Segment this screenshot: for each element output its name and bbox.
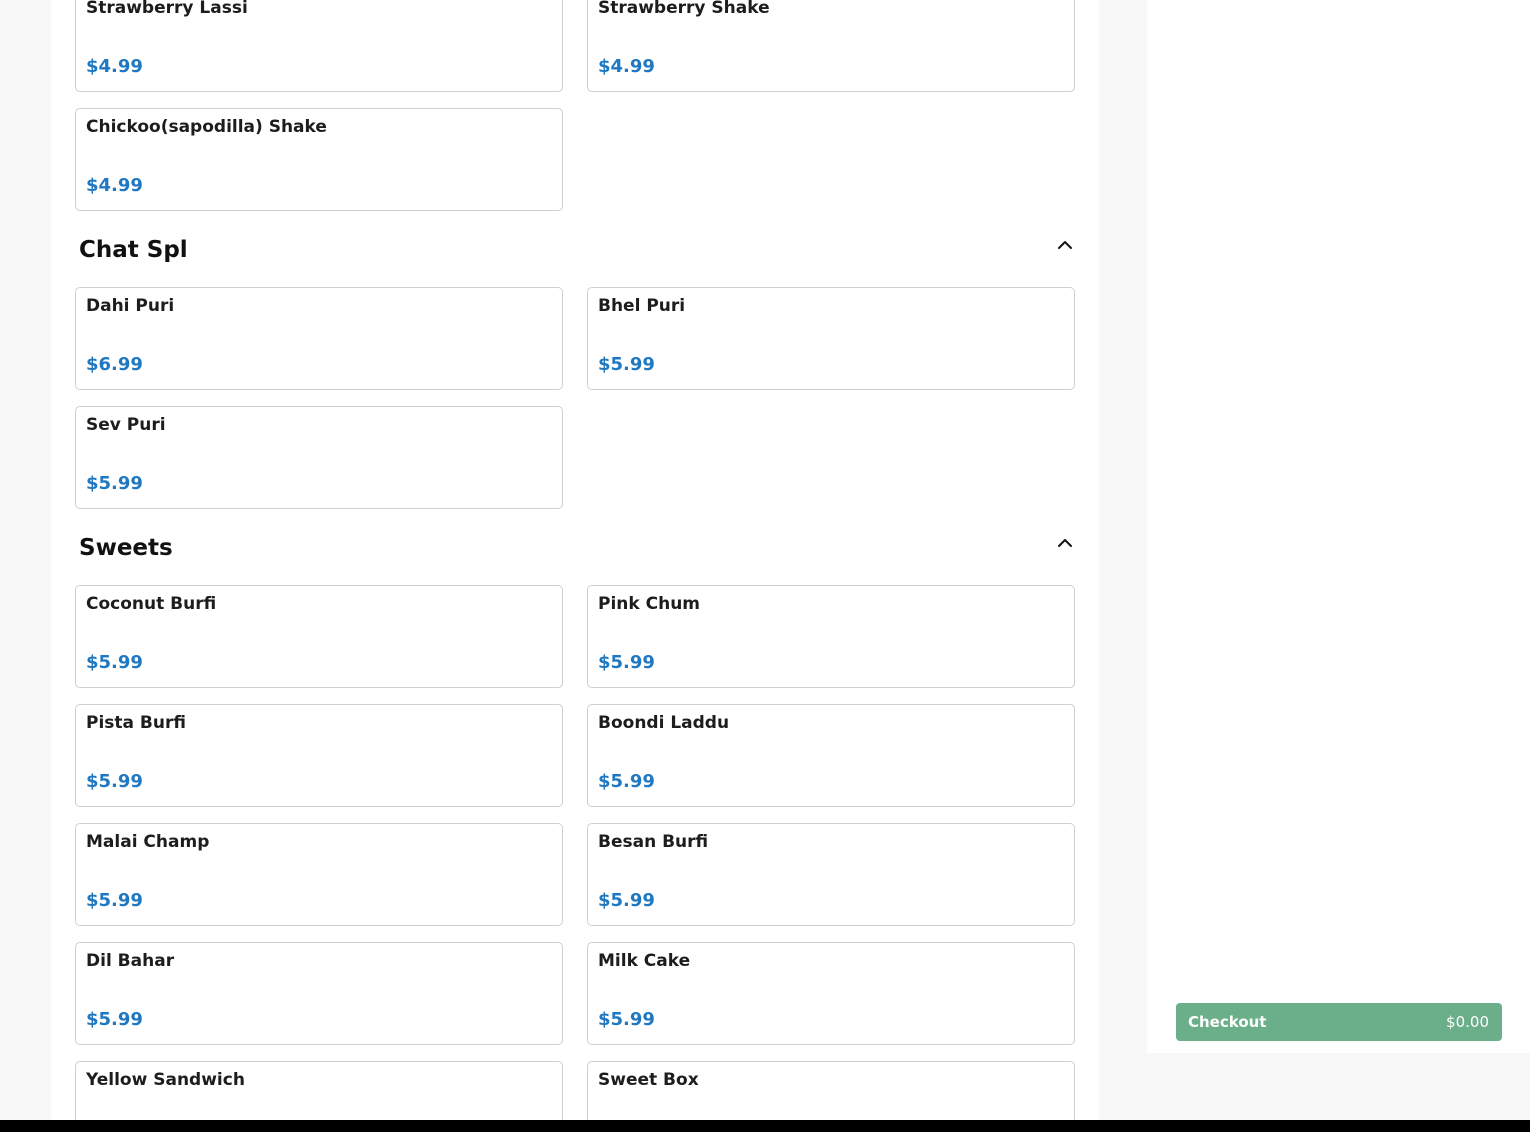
bottom-bar — [0, 1120, 1530, 1132]
menu-item-name: Boondi Laddu — [598, 713, 730, 733]
menu-item-price: $5.99 — [86, 473, 143, 494]
menu-item-price: $5.99 — [86, 1009, 143, 1030]
menu-item-card[interactable]: Malai Champ $5.99 — [75, 823, 563, 926]
menu-item-card[interactable]: Strawberry Lassi $4.99 — [75, 0, 563, 92]
menu-item-card[interactable]: Besan Burfi $5.99 — [587, 823, 1075, 926]
menu-item-price: $5.99 — [86, 652, 143, 673]
menu-item-name: Pista Burfi — [86, 713, 186, 733]
chevron-up-icon[interactable] — [1056, 534, 1074, 552]
menu-item-name: Strawberry Lassi — [86, 0, 248, 18]
section-title-chat-spl: Chat Spl — [79, 237, 188, 263]
cart-total: $0.00 — [1446, 1013, 1489, 1031]
menu-item-card[interactable]: Boondi Laddu $5.99 — [587, 704, 1075, 807]
menu-item-card[interactable]: Yellow Sandwich — [75, 1061, 563, 1120]
menu-item-name: Bhel Puri — [598, 296, 686, 316]
menu-item-card[interactable]: Pista Burfi $5.99 — [75, 704, 563, 807]
menu-item-card[interactable]: Bhel Puri $5.99 — [587, 287, 1075, 390]
cart-panel: Checkout $0.00 — [1147, 0, 1530, 1053]
menu-item-name: Dahi Puri — [86, 296, 175, 316]
menu-item-card[interactable]: Strawberry Shake $4.99 — [587, 0, 1075, 92]
menu-item-card[interactable]: Pink Chum $5.99 — [587, 585, 1075, 688]
menu-item-price: $4.99 — [598, 56, 655, 77]
menu-item-name: Sweet Box — [598, 1070, 699, 1090]
menu-item-name: Sev Puri — [86, 415, 166, 435]
menu-item-name: Coconut Burfi — [86, 594, 217, 614]
menu-item-name: Yellow Sandwich — [86, 1070, 245, 1090]
menu-item-name: Chickoo(sapodilla) Shake — [86, 117, 327, 137]
menu-item-name: Malai Champ — [86, 832, 210, 852]
menu-item-price: $5.99 — [598, 771, 655, 792]
menu-item-price: $6.99 — [86, 354, 143, 375]
menu-item-card[interactable]: Dahi Puri $6.99 — [75, 287, 563, 390]
page: Strawberry Lassi $4.99 Strawberry Shake … — [0, 0, 1530, 1132]
menu-item-price: $5.99 — [598, 1009, 655, 1030]
menu-item-price: $4.99 — [86, 175, 143, 196]
menu-item-name: Pink Chum — [598, 594, 701, 614]
chevron-up-icon[interactable] — [1056, 236, 1074, 254]
section-title-sweets: Sweets — [79, 535, 173, 561]
menu-item-card[interactable]: Sev Puri $5.99 — [75, 406, 563, 509]
menu-item-price: $5.99 — [86, 890, 143, 911]
menu-item-name: Dil Bahar — [86, 951, 175, 971]
menu-item-card[interactable]: Chickoo(sapodilla) Shake $4.99 — [75, 108, 563, 211]
menu-item-price: $4.99 — [86, 56, 143, 77]
menu-item-card[interactable]: Milk Cake $5.99 — [587, 942, 1075, 1045]
checkout-label: Checkout — [1188, 1013, 1267, 1031]
menu-item-price: $5.99 — [598, 890, 655, 911]
menu-item-price: $5.99 — [598, 652, 655, 673]
menu-item-price: $5.99 — [598, 354, 655, 375]
checkout-button[interactable]: Checkout $0.00 — [1176, 1003, 1502, 1041]
menu-panel: Strawberry Lassi $4.99 Strawberry Shake … — [51, 0, 1099, 1120]
menu-item-name: Milk Cake — [598, 951, 691, 971]
menu-item-card[interactable]: Sweet Box — [587, 1061, 1075, 1120]
menu-item-card[interactable]: Dil Bahar $5.99 — [75, 942, 563, 1045]
menu-item-name: Strawberry Shake — [598, 0, 770, 18]
menu-item-name: Besan Burfi — [598, 832, 709, 852]
menu-item-card[interactable]: Coconut Burfi $5.99 — [75, 585, 563, 688]
menu-item-price: $5.99 — [86, 771, 143, 792]
